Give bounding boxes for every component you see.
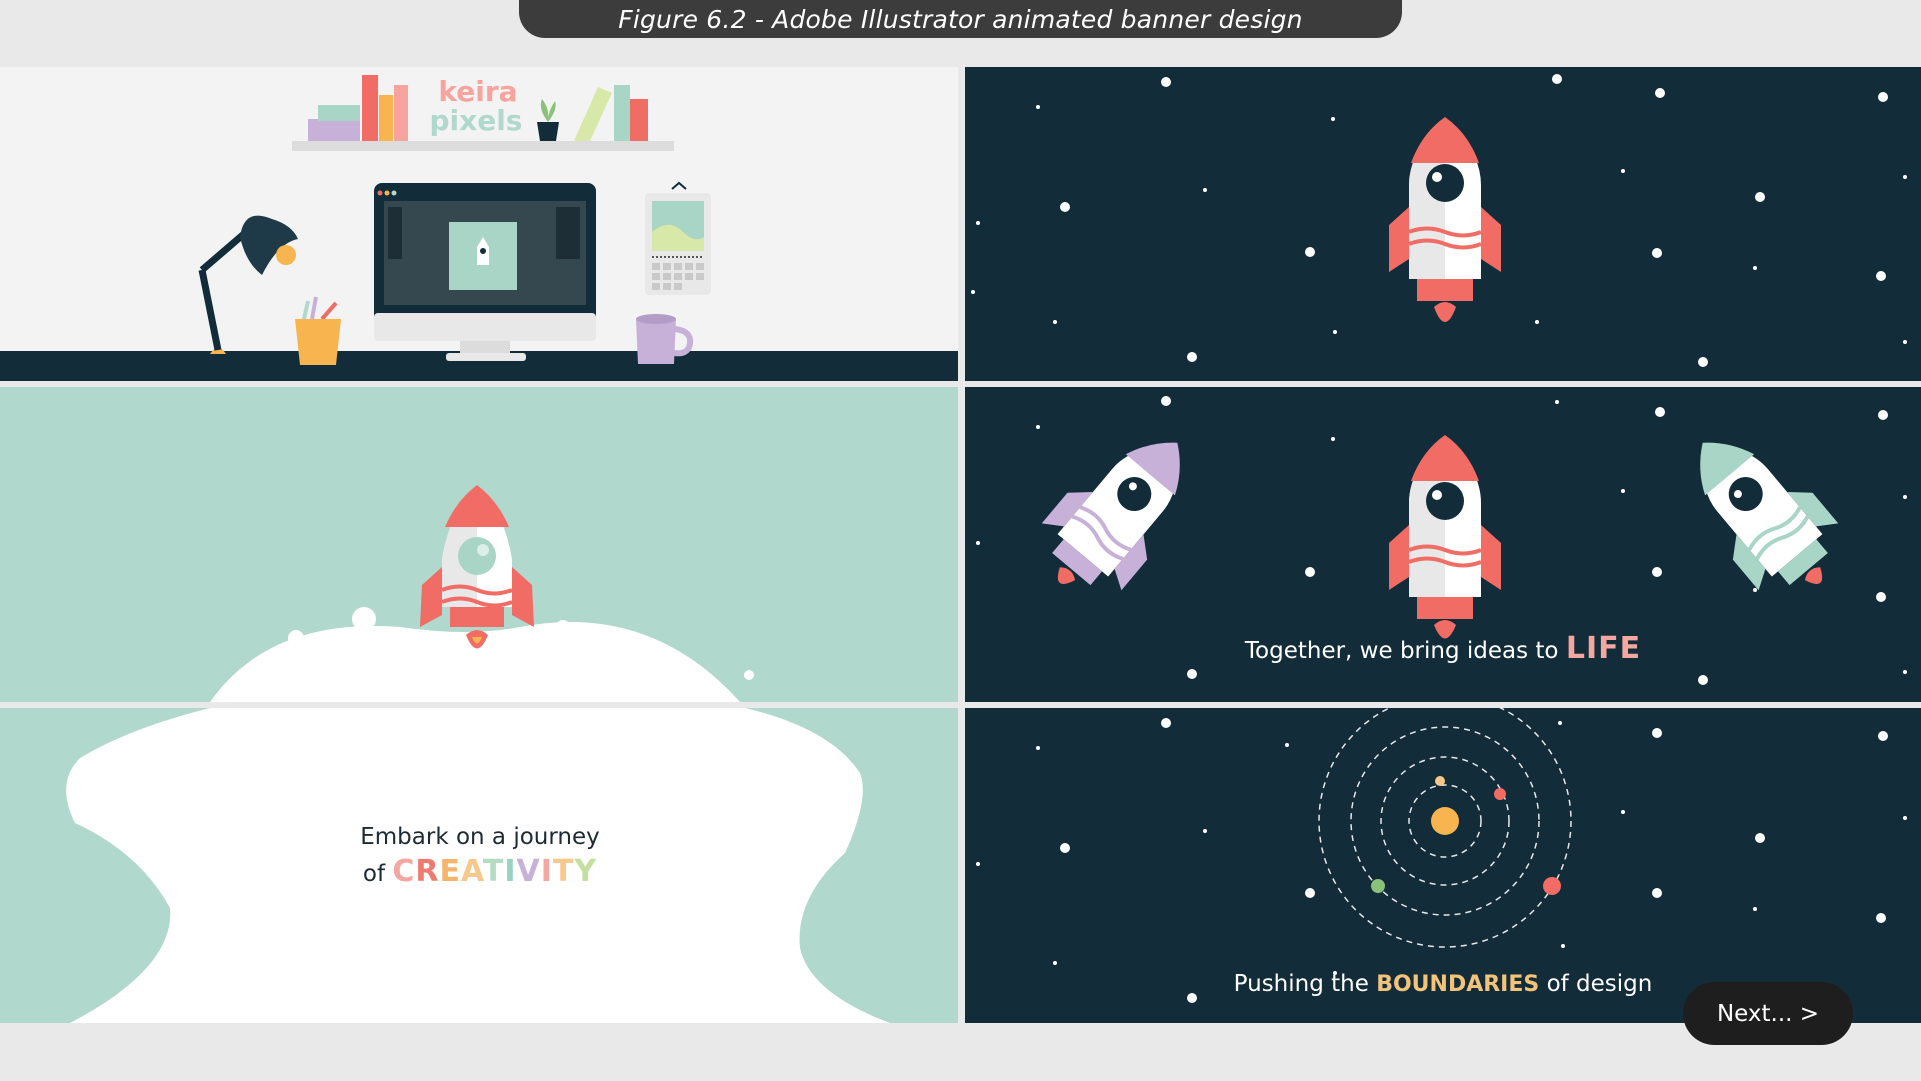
creativity-letter: I xyxy=(540,854,553,889)
rocket-launch-panel xyxy=(0,387,958,702)
creativity-letter: R xyxy=(415,854,440,889)
wall-calendar xyxy=(645,181,711,295)
space-three-rockets-panel: Together, we bring ideas to LIFE xyxy=(965,387,1921,702)
creativity-letter: A xyxy=(461,854,483,889)
planet-icon xyxy=(1371,879,1385,893)
creativity-letter: E xyxy=(439,854,461,889)
space-rocket-panel xyxy=(965,67,1921,381)
sun-icon xyxy=(1431,807,1459,835)
embark-text-line1: Embark on a journey xyxy=(360,824,600,850)
creativity-letter: I xyxy=(504,854,517,889)
next-button[interactable]: Next... > xyxy=(1683,982,1853,1045)
rocket-icon xyxy=(1389,117,1501,322)
planet-icon xyxy=(1435,776,1445,786)
launch-illustration xyxy=(210,485,754,702)
creativity-letter: V xyxy=(516,854,541,889)
rocket-right-icon xyxy=(1700,442,1839,591)
creativity-letter: T xyxy=(482,854,505,889)
stars xyxy=(976,718,1907,1003)
embark-text-line2: of CREATIVITY xyxy=(280,854,680,892)
desk-lamp xyxy=(198,215,298,354)
boundaries-word: BOUNDARIES xyxy=(1376,972,1540,997)
rocket-left-icon xyxy=(1041,442,1180,591)
creativity-word: CREATIVITY xyxy=(392,854,597,889)
office-desk-panel: keira pixels xyxy=(0,67,958,381)
embark-prefix: of xyxy=(362,861,386,887)
figure-caption: Figure 6.2 - Adobe Illustrator animated … xyxy=(519,0,1402,38)
logo-pixels: pixels xyxy=(430,104,523,137)
creativity-letter: T xyxy=(552,854,575,889)
office-illustration: keira pixels xyxy=(0,75,958,381)
boundaries-suffix: of design xyxy=(1546,971,1653,997)
together-prefix: Together, we bring ideas to xyxy=(1244,638,1559,664)
boundaries-prefix: Pushing the xyxy=(1233,971,1369,997)
creativity-panel: Embark on a journey of CREATIVITY xyxy=(0,708,958,1023)
rocket-icon xyxy=(420,485,534,649)
pencil-cup xyxy=(295,296,341,365)
planet-icon xyxy=(1543,877,1561,895)
together-tagline: Together, we bring ideas to LIFE xyxy=(965,631,1921,666)
computer-monitor xyxy=(374,183,596,361)
rocket-center-icon xyxy=(1389,435,1501,639)
creativity-letter: Y xyxy=(574,854,598,889)
life-word: LIFE xyxy=(1565,631,1642,666)
plant-pot xyxy=(537,122,559,141)
space-scene-1 xyxy=(971,74,1907,367)
space-orbit-panel: Pushing the BOUNDARIES of design xyxy=(965,708,1921,1023)
planet-icon xyxy=(1494,788,1506,800)
creativity-letter: C xyxy=(392,854,416,889)
